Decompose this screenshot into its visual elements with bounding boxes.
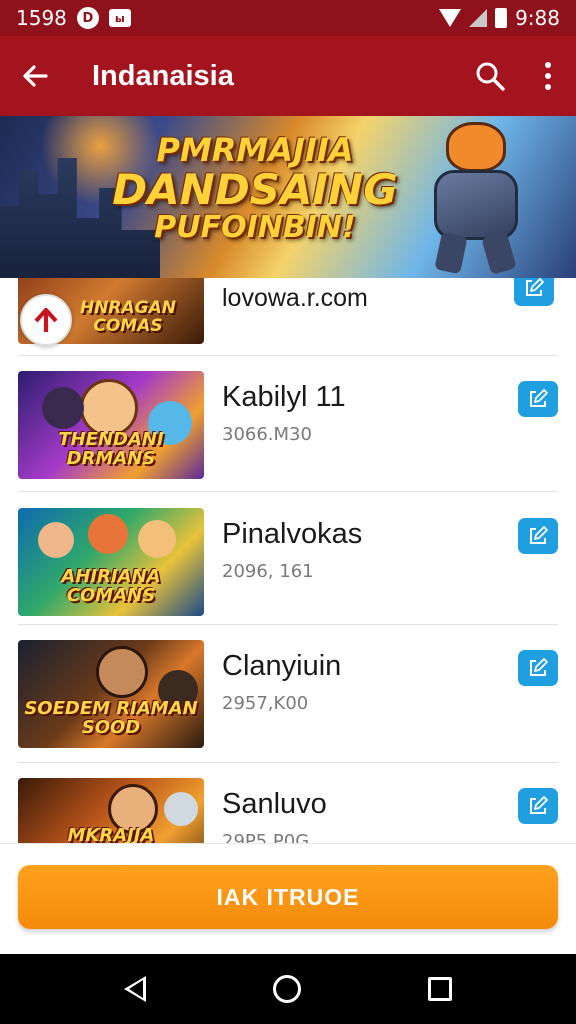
app-thumbnail[interactable]: SOEDEM RIAMAN SOOD (18, 640, 204, 748)
edit-icon (530, 658, 548, 676)
banner-line-1: PMRMAJIIA (156, 131, 354, 169)
item-name: Pinalvokas (222, 518, 363, 550)
thumbnail-title: SOEDEM RIAMAN SOOD (24, 698, 198, 739)
list-item[interactable]: AHIRIANA COMANS Pinalvokas 2096, 161 (18, 508, 558, 616)
banner-line-3: PUFOINBIN! (154, 209, 356, 245)
status-left-text: 1598 (16, 6, 67, 30)
upload-arrow-button[interactable] (20, 294, 72, 346)
edit-icon (526, 278, 544, 296)
app-thumbnail[interactable]: MKRAJJA (18, 778, 204, 843)
edit-button[interactable] (518, 381, 558, 417)
item-meta: 29P5.P0G (222, 831, 310, 843)
search-button[interactable] (460, 36, 520, 116)
page-title: Indanaisia (92, 59, 234, 92)
edit-icon (530, 796, 548, 814)
banner-headline: PMRMAJIIA DANDSAING PUFOINBIN! (110, 131, 400, 245)
search-icon (476, 62, 505, 91)
thumbnail-title: MKRAJJA (67, 825, 155, 843)
edit-button[interactable] (518, 650, 558, 686)
back-button[interactable] (0, 36, 70, 116)
promo-banner[interactable]: PMRMAJIIA DANDSAING PUFOINBIN! (0, 116, 576, 278)
notification-circle-icon: D (76, 7, 99, 29)
list-item[interactable]: THENDANI DRMANS Kabilyl 11 3066.M30 (18, 371, 558, 479)
app-thumbnail[interactable]: AHIRIANA COMANS (18, 508, 204, 616)
item-name: Kabilyl 11 (222, 381, 346, 413)
app-list[interactable]: HNRAGAN COMAS lovowa.r.com THENDANI DRMA… (0, 278, 576, 843)
list-item[interactable]: SOEDEM RIAMAN SOOD Clanyiuin 2957,K00 (18, 640, 558, 748)
divider (18, 762, 558, 763)
system-nav-bar (0, 954, 576, 1024)
more-vert-icon (545, 62, 551, 90)
status-time: 9:88 (515, 6, 560, 30)
battery-icon (495, 8, 508, 28)
edit-button[interactable] (518, 518, 558, 554)
arrow-up-icon (34, 307, 58, 332)
app-thumbnail[interactable]: THENDANI DRMANS (18, 371, 204, 479)
list-item[interactable]: HNRAGAN COMAS lovowa.r.com (0, 278, 576, 356)
banner-character (416, 122, 536, 275)
notification-box-icon: ы (108, 9, 131, 27)
more-options-button[interactable] (520, 36, 576, 116)
thumbnail-title: THENDANI DRMANS (58, 429, 164, 470)
item-meta: 2096, 161 (222, 561, 314, 582)
primary-action-button[interactable]: IAK ITRUOE (18, 865, 558, 929)
status-bar: 1598 D ы 9:88 (0, 0, 576, 36)
edit-icon (530, 526, 548, 544)
item-url[interactable]: lovowa.r.com (222, 284, 368, 313)
nav-home-icon[interactable] (272, 975, 301, 1003)
list-item[interactable]: MKRAJJA Sanluvo 29P5.P0G (18, 778, 558, 843)
nav-back-icon[interactable] (123, 976, 146, 1002)
action-area: IAK ITRUOE (0, 843, 576, 954)
thumbnail-title: HNRAGAN COMAS (79, 298, 177, 337)
divider (18, 355, 558, 356)
arrow-left-icon (23, 65, 48, 87)
banner-line-2: DANDSAING (112, 164, 398, 214)
edit-button[interactable] (518, 788, 558, 824)
nav-recent-icon[interactable] (428, 977, 453, 1001)
wifi-icon (439, 9, 462, 27)
item-name: Clanyiuin (222, 650, 342, 682)
edit-button[interactable] (514, 278, 554, 306)
edit-icon (530, 389, 548, 407)
app-bar: Indanaisia (0, 36, 576, 116)
divider (18, 624, 558, 625)
item-name: Sanluvo (222, 788, 327, 820)
divider (18, 491, 558, 492)
item-meta: 3066.M30 (222, 424, 312, 445)
thumbnail-title: AHIRIANA COMANS (61, 566, 161, 607)
signal-icon (469, 9, 488, 27)
item-meta: 2957,K00 (222, 693, 309, 714)
